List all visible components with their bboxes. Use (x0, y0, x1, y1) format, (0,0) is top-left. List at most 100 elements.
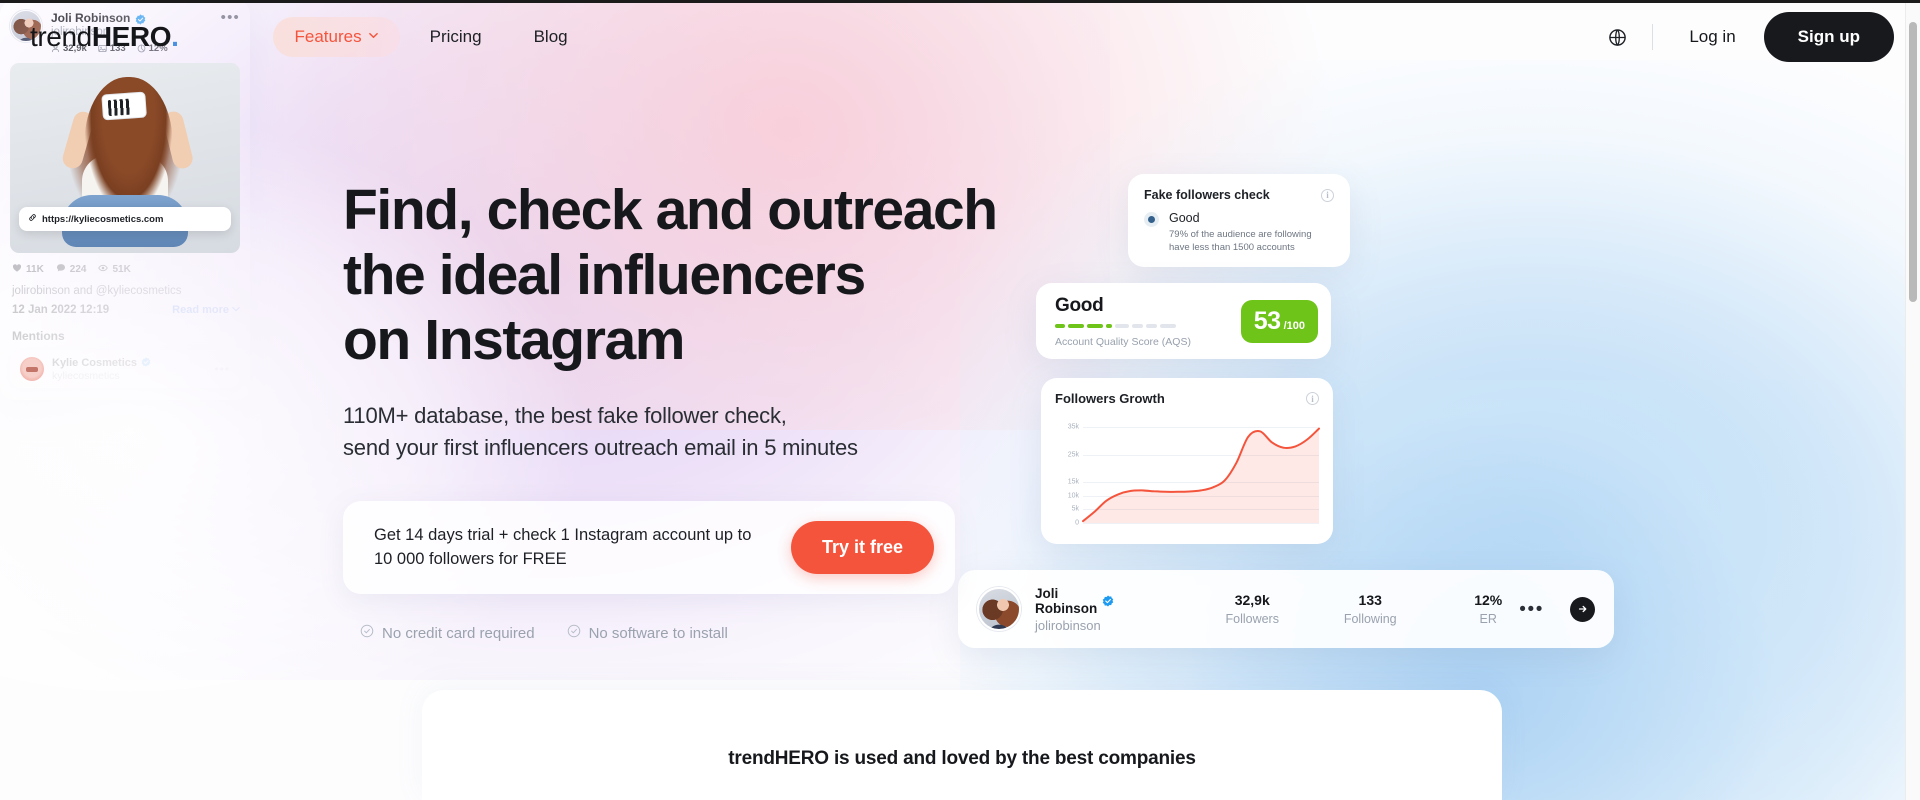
aqs-score-value: 53 (1253, 306, 1281, 335)
try-it-free-button[interactable]: Try it free (790, 521, 934, 574)
post-metric-views: 51K (98, 263, 131, 276)
mention-avatar (20, 357, 44, 381)
nav-item-pricing-label: Pricing (429, 27, 482, 46)
logo-light-part: trend (30, 21, 92, 52)
mention-list-item[interactable]: Kylie Cosmetics kyliecosmetics ••• (10, 350, 240, 388)
post-link-pill[interactable]: https://kyliecosmetics.com (19, 207, 231, 231)
post-footer: 12 Jan 2022 12:19 Read more (10, 304, 240, 316)
profile-summary-bar: Joli Robinson jolirobinson 32,9k Followe… (958, 570, 1614, 648)
post-link-text: https://kyliecosmetics.com (42, 213, 164, 225)
eye-icon (98, 263, 109, 276)
header-divider (1652, 24, 1654, 50)
chart-y-axis: 0 5k 10k 15k 25k 35k (1055, 419, 1081, 527)
chart-title: Followers Growth (1055, 391, 1165, 406)
verified-badge-icon (141, 357, 152, 368)
aqs-segment (1087, 323, 1103, 328)
chart-series-svg (1082, 427, 1320, 523)
cta-card: Get 14 days trial + check 1 Instagram ac… (343, 501, 955, 594)
read-more-label: Read more (172, 304, 229, 316)
fake-followers-desc-line2: have less than 1500 accounts (1169, 242, 1295, 254)
site-header: trend HERO. Features Pricing Blog Log in… (0, 0, 1920, 74)
mention-handle: kyliecosmetics (52, 369, 120, 382)
post-date: 12 Jan 2022 12:19 (12, 304, 110, 316)
comment-icon (56, 263, 66, 276)
page-title: Find, check and outreach the ideal influ… (343, 178, 1043, 373)
nav-item-blog[interactable]: Blog (512, 17, 590, 57)
fake-followers-description: 79% of the audience are following have l… (1169, 228, 1312, 255)
chart-y-tick: 35k (1067, 423, 1079, 431)
fake-followers-desc-line1: 79% of the audience are following (1169, 229, 1312, 240)
logo-bold-part: HERO (91, 21, 172, 52)
page-root: trend HERO. Features Pricing Blog Log in… (0, 0, 1920, 800)
read-more-link[interactable]: Read more (172, 304, 240, 316)
badge-no-credit-card: No credit card required (360, 624, 535, 642)
aqs-subtitle: Account Quality Score (AQS) (1055, 335, 1191, 348)
aqs-segment (1055, 323, 1065, 328)
nav-item-features[interactable]: Features (272, 17, 400, 57)
post-metric-likes: 11K (12, 263, 44, 276)
profile-stat-followers: 32,9k Followers (1221, 592, 1283, 626)
aqs-score-max: /100 (1283, 319, 1305, 332)
profile-stat-following: 133 Following (1339, 592, 1401, 626)
globe-icon[interactable] (1600, 20, 1634, 54)
chart-gridline (1083, 523, 1319, 524)
link-icon (28, 213, 37, 225)
aqs-label: Good (1055, 294, 1104, 316)
chart-y-tick: 5k (1071, 505, 1079, 513)
scrollbar[interactable] (1905, 0, 1920, 800)
main-nav: Features Pricing Blog (272, 17, 590, 57)
hero-title-line1: Find, check and outreach (343, 178, 998, 242)
info-icon[interactable]: i (1321, 188, 1334, 202)
chart-y-tick: 10k (1067, 492, 1079, 500)
profile-stats: 32,9k Followers 133 Following 12% ER (1221, 592, 1519, 626)
profile-stat-following-value: 133 (1358, 592, 1382, 608)
aqs-segment (1160, 323, 1176, 328)
profile-menu-icon[interactable]: ••• (1519, 600, 1544, 619)
login-link[interactable]: Log in (1675, 19, 1749, 55)
mention-menu-icon[interactable]: ••• (214, 362, 230, 376)
profile-stat-er-label: ER (1479, 612, 1497, 626)
check-circle-icon (360, 624, 374, 642)
profile-stat-er-value: 12% (1474, 592, 1503, 608)
fake-followers-header: Fake followers check i (1144, 188, 1334, 202)
scrollbar-thumb[interactable] (1909, 22, 1917, 302)
chart-y-tick: 0 (1075, 519, 1079, 527)
chevron-down-icon (368, 31, 378, 40)
trust-badges: No credit card required No software to i… (343, 624, 1043, 642)
info-icon[interactable]: i (1306, 392, 1319, 405)
fake-followers-body: Good 79% of the audience are following h… (1144, 211, 1334, 255)
hero-title-line2: the ideal influencers (343, 242, 866, 307)
companies-section-title: trendHERO is used and loved by the best … (728, 748, 1196, 769)
profile-name-row: Joli Robinson (1035, 585, 1114, 616)
post-caption: jolirobinson and @kyliecosmetics (12, 285, 182, 297)
profile-stat-followers-label: Followers (1225, 612, 1279, 626)
badge-no-software: No software to install (567, 624, 728, 642)
profile-name: Joli Robinson (1035, 585, 1098, 616)
post-metrics: 11K 224 51K (10, 263, 240, 276)
chart-plot (1082, 419, 1320, 524)
logo-dot: . (171, 21, 179, 52)
mention-name: Kylie Cosmetics (52, 356, 137, 369)
logo[interactable]: trend HERO. (30, 21, 179, 53)
hero-section: Find, check and outreach the ideal influ… (343, 178, 1043, 642)
aqs-info: Good Account Quality Score (AQS) (1055, 295, 1191, 348)
hero-subtitle-line1: 110M+ database, the best fake follower c… (343, 402, 787, 428)
signup-button[interactable]: Sign up (1763, 12, 1894, 62)
nav-item-pricing[interactable]: Pricing (408, 17, 504, 57)
badge-no-software-label: No software to install (588, 624, 728, 642)
chevron-down-icon (232, 304, 240, 316)
browser-top-edge (0, 0, 1920, 3)
profile-stat-followers-value: 32,9k (1234, 592, 1270, 608)
hero-title-line3: on Instagram (343, 307, 685, 372)
cta-text-line1: Get 14 days trial + check 1 Instagram ac… (374, 525, 752, 544)
aqs-score-badge: 53 /100 (1240, 299, 1318, 343)
fake-followers-card: Fake followers check i Good 79% of the a… (1128, 174, 1350, 267)
companies-section: trendHERO is used and loved by the best … (422, 690, 1502, 800)
mention-name-row: Kylie Cosmetics (52, 357, 152, 369)
cta-text-line2: 10 000 followers for FREE (374, 549, 567, 568)
nav-item-blog-label: Blog (533, 27, 568, 46)
fake-followers-status: Good (1169, 211, 1200, 225)
followers-growth-card: Followers Growth i 0 5k 10k 15k 25k 35k (1041, 378, 1333, 544)
arrow-right-icon[interactable] (1570, 596, 1595, 622)
aqs-segment (1106, 323, 1112, 328)
